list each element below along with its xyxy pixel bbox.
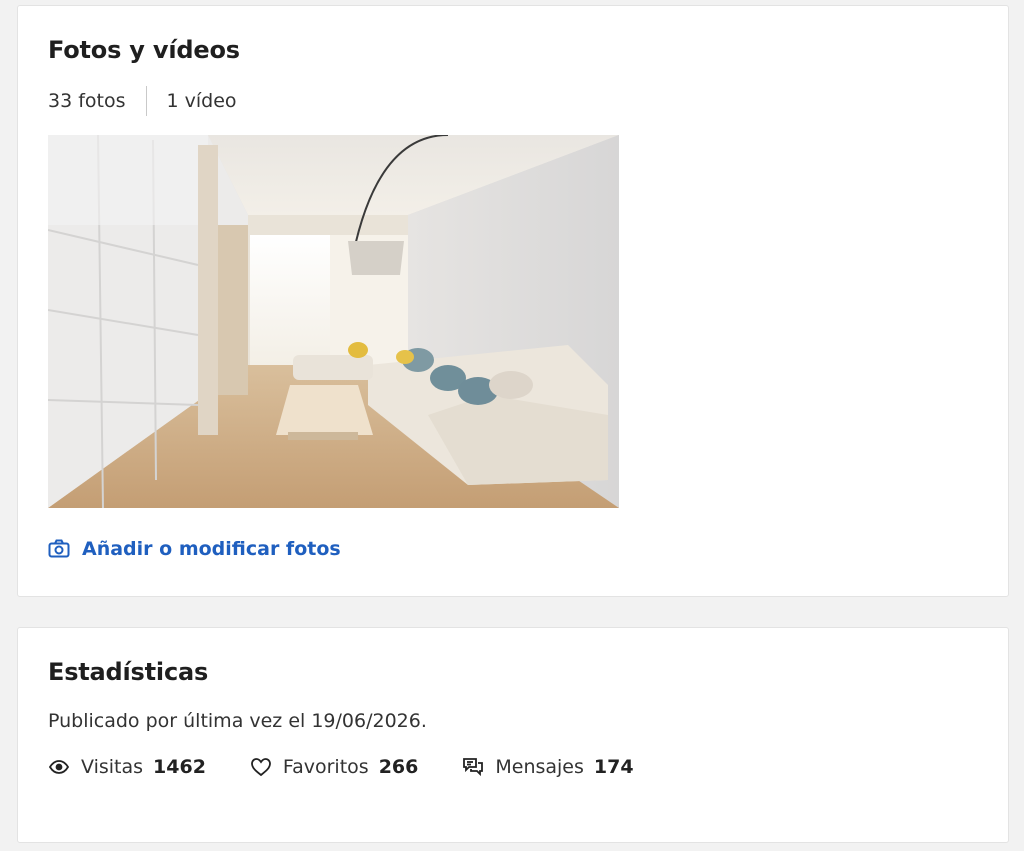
media-counts: 33 fotos 1 vídeo (48, 86, 237, 116)
stats-metrics: Visitas 1462 Favoritos 266 Mensajes 174 (48, 756, 634, 778)
statistics-section-title: Estadísticas (48, 658, 209, 686)
chat-icon (462, 756, 484, 778)
visits-label: Visitas (81, 756, 144, 778)
add-modify-photos-label: Añadir o modificar fotos (82, 538, 341, 560)
metric-visits: Visitas 1462 (48, 756, 206, 778)
heart-icon (250, 756, 272, 778)
main-photo[interactable] (48, 135, 619, 508)
statistics-card: Estadísticas Publicado por última vez el… (17, 627, 1009, 843)
favorites-label: Favoritos (282, 756, 369, 778)
metric-favorites: Favoritos 266 (250, 756, 418, 778)
metric-messages: Mensajes 174 (462, 756, 634, 778)
published-date-text: Publicado por última vez el 19/06/2026. (48, 710, 427, 732)
photo-count: 33 fotos (48, 90, 126, 112)
add-modify-photos-link[interactable]: Añadir o modificar fotos (48, 538, 341, 560)
camera-icon (48, 539, 70, 559)
messages-label: Mensajes (495, 756, 584, 778)
messages-value: 174 (593, 756, 634, 778)
photos-videos-card: Fotos y vídeos 33 fotos 1 vídeo Añadir o… (17, 5, 1009, 597)
visits-value: 1462 (153, 756, 206, 778)
counts-divider (145, 86, 147, 116)
eye-icon (48, 756, 70, 778)
video-count: 1 vídeo (166, 90, 237, 112)
favorites-value: 266 (378, 756, 419, 778)
photos-section-title: Fotos y vídeos (48, 36, 240, 64)
